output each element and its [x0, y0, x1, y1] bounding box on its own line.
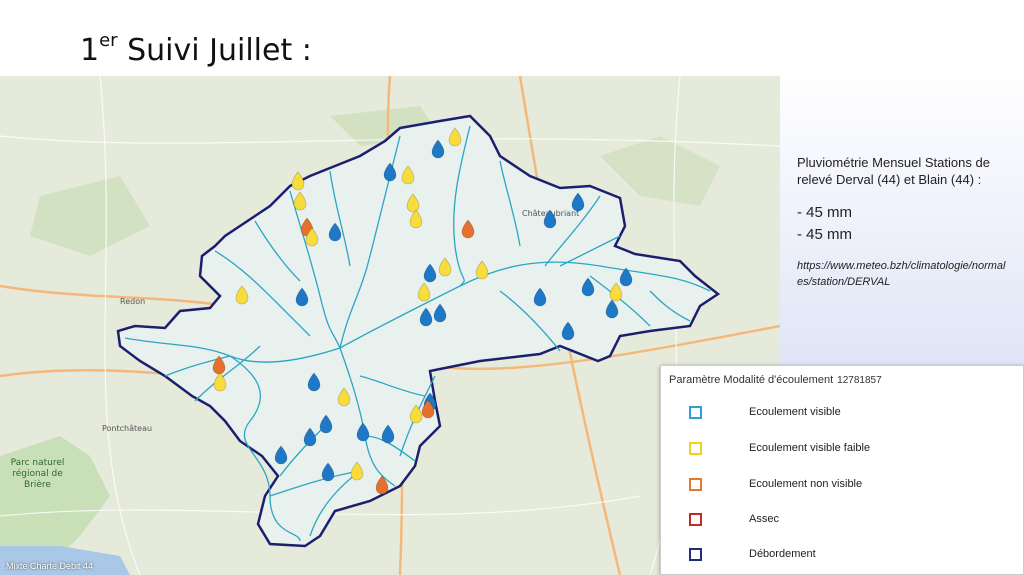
legend-code: 12781857 — [837, 375, 882, 386]
legend-swatch — [689, 406, 702, 419]
place-label-park: Parc naturel régional de Brière — [10, 458, 65, 490]
slide-title: 1er Suivi Juillet : — [80, 30, 312, 68]
rainfall-source-link[interactable]: https://www.meteo.bzh/climatologie/norma… — [797, 258, 1007, 290]
place-label-park-wrapper: Parc naturel régional de Brière — [10, 458, 65, 490]
title-rest: Suivi Juillet : — [117, 33, 312, 68]
legend-title-text: Paramètre Modalité d'écoulement — [669, 374, 834, 386]
legend-item-assec: Assec — [661, 511, 1023, 531]
map-attribution: Mixte Charte Débit 44 — [6, 561, 94, 571]
legend-swatch — [689, 513, 702, 526]
legend-item-ecoulement-visible-faible: Ecoulement visible faible — [661, 440, 1023, 460]
rainfall-info-panel: Pluviométrie Mensuel Stations de relevé … — [797, 154, 1007, 290]
legend-item-debordement: Débordement — [661, 546, 1023, 566]
title-main: 1 — [80, 33, 100, 68]
place-label-pontchateau: Pontchâteau — [102, 424, 152, 433]
legend-swatch — [689, 548, 702, 561]
title-superscript: er — [99, 30, 118, 51]
rainfall-value-derval: - 45 mm — [797, 204, 853, 221]
legend-label: Ecoulement visible — [749, 406, 841, 418]
legend-swatch — [689, 478, 702, 491]
legend-item-ecoulement-visible: Ecoulement visible — [661, 404, 1023, 424]
place-label-redon: Redon — [120, 297, 145, 306]
legend-label: Ecoulement visible faible — [749, 442, 871, 454]
rainfall-value-blain: - 45 mm — [797, 226, 853, 243]
rainfall-values: - 45 mm - 45 mm — [797, 202, 1007, 246]
legend-label: Débordement — [749, 548, 816, 560]
legend-title: Paramètre Modalité d'écoulement 12781857 — [669, 374, 882, 386]
legend-label: Ecoulement non visible — [749, 478, 863, 490]
legend-label: Assec — [749, 513, 779, 525]
rainfall-heading: Pluviométrie Mensuel Stations de relevé … — [797, 155, 990, 187]
legend-item-ecoulement-non-visible: Ecoulement non visible — [661, 476, 1023, 496]
legend-swatch — [689, 442, 702, 455]
legend-card: Paramètre Modalité d'écoulement 12781857 … — [660, 365, 1024, 575]
